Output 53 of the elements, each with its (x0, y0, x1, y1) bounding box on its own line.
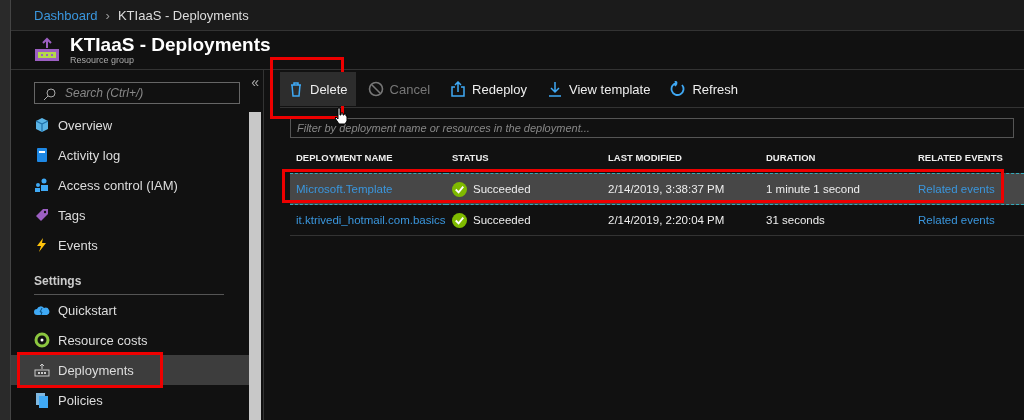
toolbar-button[interactable]: Refresh (662, 72, 746, 106)
search-field[interactable]: Search (Ctrl+/) (34, 82, 240, 104)
resource-group-icon (34, 37, 60, 63)
refresh-icon (670, 81, 687, 97)
scrollbar[interactable] (249, 112, 261, 420)
sidebar-item[interactable]: Access control (IAM) (11, 170, 249, 200)
collapse-button[interactable]: « (251, 74, 259, 90)
success-icon (452, 181, 467, 197)
column-header: RELATED EVENTS (917, 151, 1004, 165)
table-cell: 2/14/2019, 2:20:04 PM (602, 205, 760, 236)
column-header: DURATION (765, 151, 817, 165)
breadcrumb-separator: › (105, 7, 110, 23)
page-subtitle: Resource group (70, 55, 136, 65)
column-header: DEPLOYMENT NAME (295, 151, 394, 165)
notebook-icon (34, 147, 50, 163)
sidebar-item[interactable]: Deployments (11, 355, 249, 385)
download-icon (547, 81, 563, 97)
column-header: STATUS (451, 151, 490, 165)
sidebar-item[interactable]: Events (11, 230, 249, 260)
table-cell: 1 minute 1 second (760, 173, 912, 205)
toolbar-button[interactable]: Redeploy (442, 72, 535, 106)
deploy-icon (34, 362, 50, 378)
documents-icon (34, 392, 50, 408)
sidebar-item[interactable]: Quickstart (11, 295, 249, 325)
breadcrumb-item[interactable]: Dashboard (34, 7, 98, 23)
status-text: Succeeded (473, 183, 531, 195)
table-cell: 2/14/2019, 3:38:37 PM (602, 173, 760, 205)
upload-icon (450, 81, 467, 97)
ring-icon (34, 332, 50, 348)
search-icon (43, 88, 56, 101)
breadcrumb-item: KTIaaS - Deployments (117, 7, 249, 23)
sidebar-item[interactable]: Resource costs (11, 325, 249, 355)
sidebar-item[interactable]: Policies (11, 385, 249, 415)
sidebar-item[interactable]: Overview (11, 110, 249, 140)
column-header: LAST MODIFIED (607, 151, 683, 165)
sidebar-item[interactable]: Activity log (11, 140, 249, 170)
tag-icon (34, 207, 50, 223)
sidebar-item[interactable]: Tags (11, 200, 249, 230)
cube-icon (34, 117, 50, 133)
page-title: KTIaaS - Deployments (70, 35, 271, 55)
section-heading: Settings (34, 266, 224, 295)
toolbar-button[interactable]: Delete (280, 72, 356, 106)
pointer-cursor-icon (334, 107, 348, 125)
cancel-icon (367, 81, 384, 97)
filter-field[interactable]: Filter by deployment name or resources in the deployment... (290, 118, 1014, 138)
table-cell: 31 seconds (760, 205, 912, 236)
status-text: Succeeded (473, 214, 531, 226)
toolbar-button[interactable]: View template (539, 72, 659, 106)
trash-icon (288, 81, 304, 97)
deployment-link[interactable]: it.ktrivedi_hotmail.com.basics (290, 205, 446, 236)
success-icon (452, 212, 467, 228)
related-events-link[interactable]: Related events (912, 205, 1024, 236)
people-icon (34, 177, 50, 193)
